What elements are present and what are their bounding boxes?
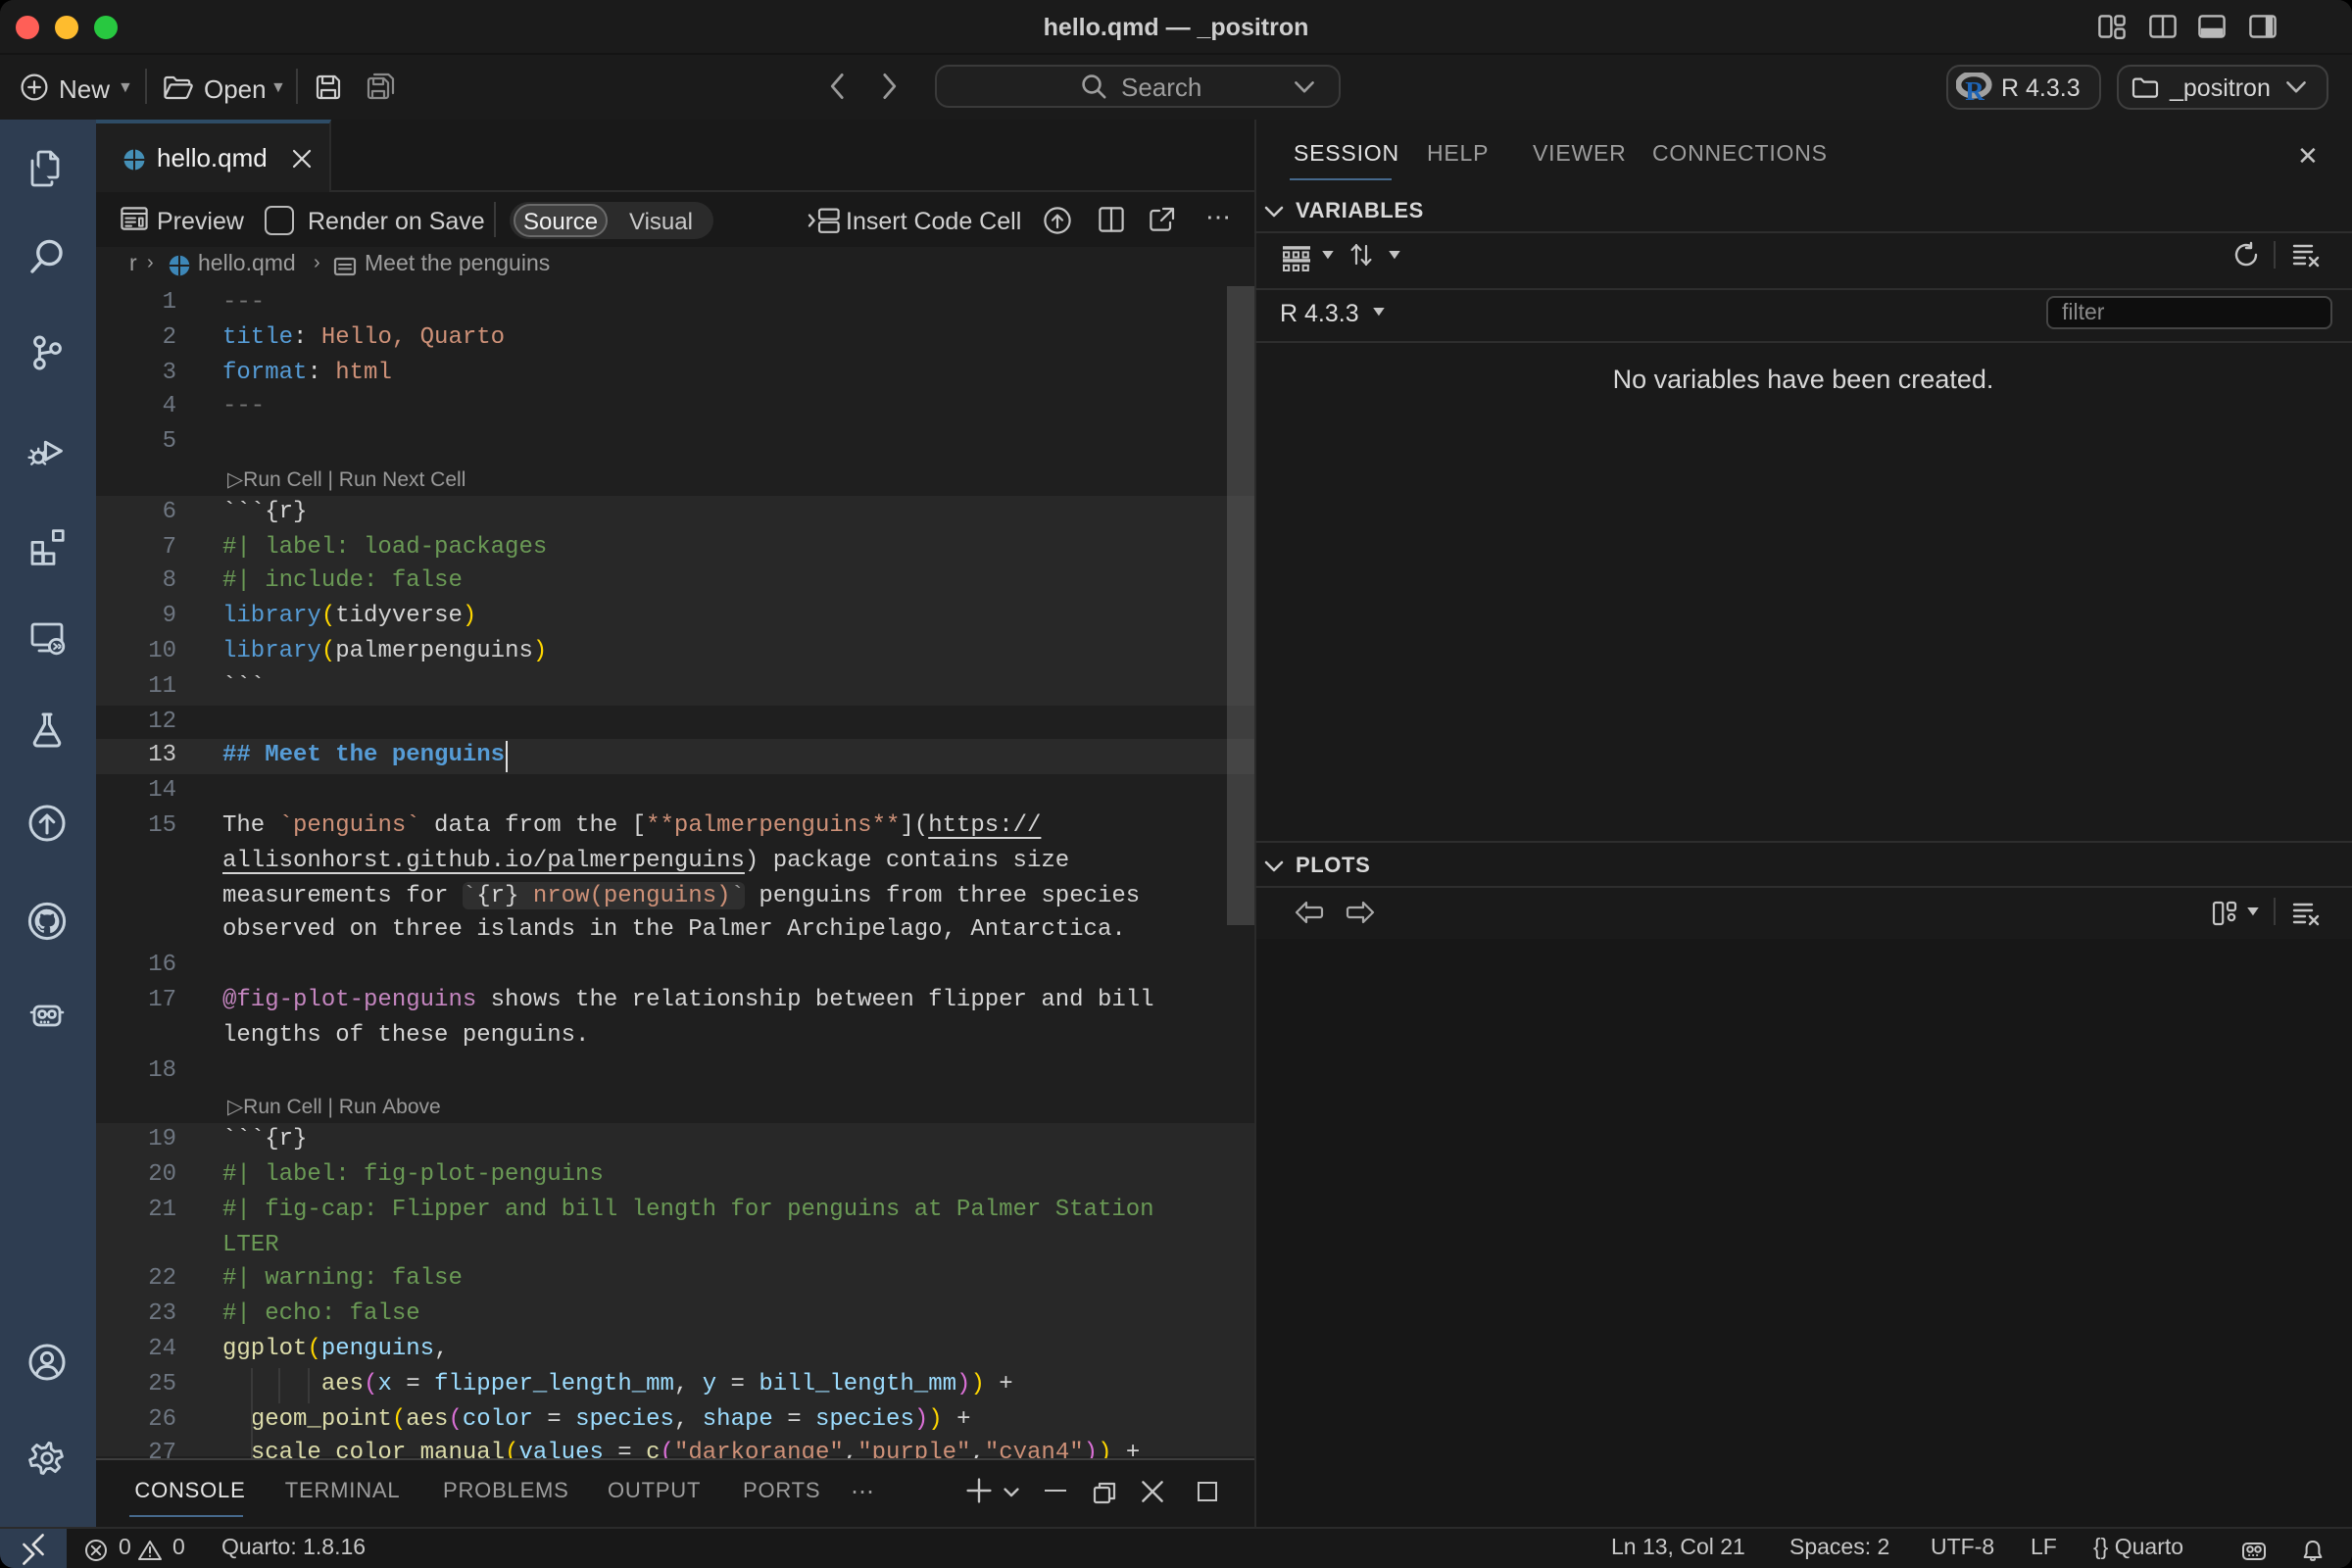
svg-text:R: R [1965, 76, 1984, 102]
